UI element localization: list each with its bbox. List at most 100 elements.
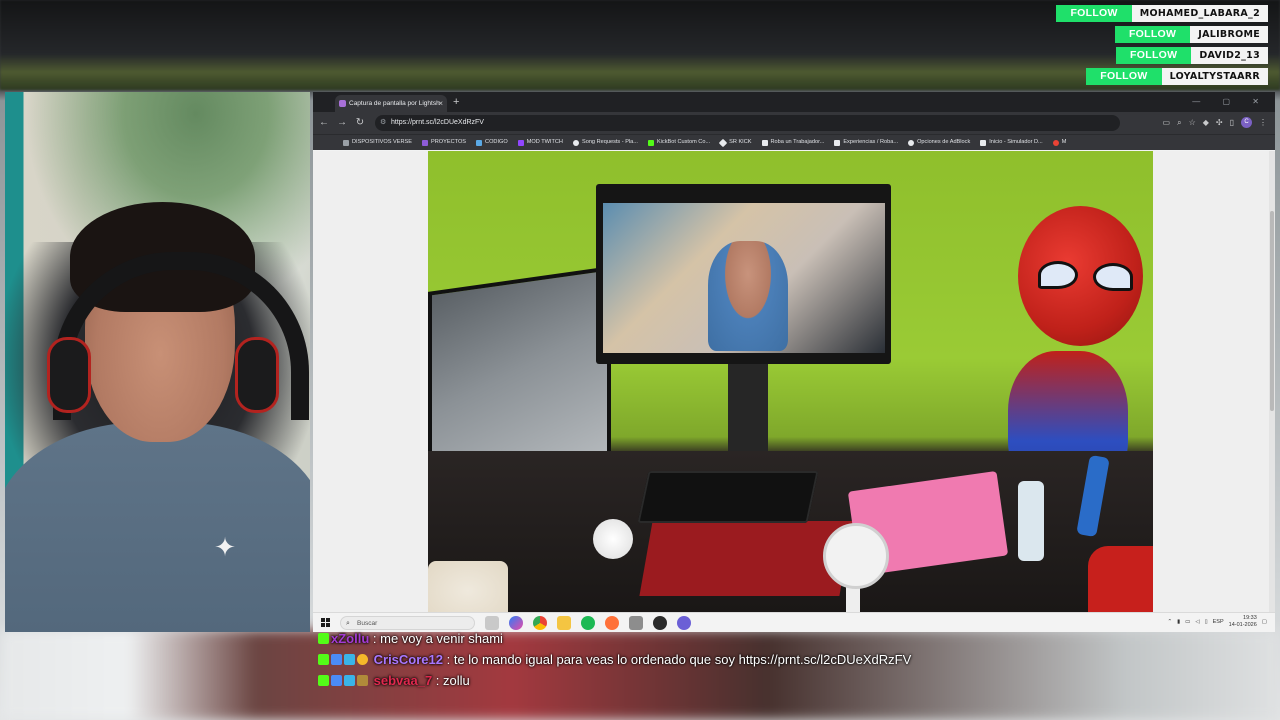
twitch-icon bbox=[517, 139, 524, 146]
chat-username: CrisCore12 bbox=[373, 652, 443, 667]
address-url: https://prnt.sc/l2cDUeXdRzFV bbox=[391, 119, 484, 126]
chat-text: me voy a venir shami bbox=[380, 631, 503, 646]
follow-label: FOLLOW bbox=[1114, 26, 1191, 43]
toolbar-icons: ▭ ⌕ ☆ ◆ ✣ ▯ C ⋮ bbox=[1163, 115, 1267, 131]
follow-alert: FOLLOW JALIBROME bbox=[1114, 26, 1268, 43]
chat-separator: : bbox=[432, 673, 444, 688]
follow-alert: FOLLOW DAVID2_13 bbox=[1116, 47, 1268, 64]
bookmark-site-icon bbox=[718, 138, 728, 147]
headset-earcup-left bbox=[47, 337, 91, 413]
webcam-shirt bbox=[5, 422, 310, 632]
bookmark-label: Inicio - Simulador D... bbox=[989, 139, 1043, 145]
bookmark-item[interactable]: SR KICK bbox=[718, 135, 752, 150]
follow-alert: FOLLOW LOYALTYSTAARR bbox=[1086, 68, 1268, 85]
bookmark-item[interactable]: Roba un Trabajador... bbox=[761, 135, 825, 150]
chat-text: te lo mando igual para veas lo ordenado … bbox=[453, 652, 912, 667]
bookmark-label: M bbox=[1061, 139, 1067, 145]
taskbar-search-placeholder: Buscar bbox=[357, 620, 378, 627]
bookmark-item[interactable]: Experiencias / Roba... bbox=[834, 135, 898, 150]
bottle-badge-icon bbox=[357, 675, 368, 686]
tab-close-icon[interactable]: × bbox=[438, 95, 443, 112]
clock-time: 19:33 bbox=[1243, 615, 1257, 621]
chat-message: CrisCore12 : te lo mando igual para veas… bbox=[318, 649, 1018, 670]
network-icon[interactable]: ▭ bbox=[1185, 619, 1190, 625]
back-button[interactable]: ← bbox=[317, 115, 331, 131]
gift-badge-icon bbox=[344, 675, 355, 686]
bookmark-item[interactable]: DISPOSITIVOS VERSE bbox=[343, 135, 412, 150]
chat-text: zollu bbox=[443, 673, 470, 688]
photo-spiderman-eye bbox=[1038, 261, 1078, 289]
bookmark-site-icon bbox=[761, 139, 768, 146]
zoom-icon[interactable]: ⌕ bbox=[1177, 115, 1181, 131]
microphone-icon[interactable]: ▮ bbox=[1177, 619, 1180, 625]
address-bar[interactable]: ⚙ https://prnt.sc/l2cDUeXdRzFV bbox=[375, 115, 1120, 131]
bookmark-star-icon[interactable]: ☆ bbox=[1189, 115, 1196, 131]
cast-icon[interactable]: ▭ bbox=[1163, 115, 1171, 131]
photo-red-chair bbox=[1088, 546, 1153, 612]
bookmark-label: Experiencias / Roba... bbox=[843, 139, 899, 145]
tab-favicon-icon bbox=[339, 100, 346, 107]
follow-alerts: FOLLOW MOHAMED_LABARA_2 FOLLOW JALIBROME… bbox=[1056, 5, 1268, 85]
bookmark-label: Roba un Trabajador... bbox=[770, 139, 825, 145]
language-indicator[interactable]: ESP bbox=[1213, 619, 1224, 625]
browser-titlebar: Captura de pantalla por Lightsh × + — ▢ … bbox=[313, 92, 1275, 112]
bookmark-item[interactable]: CODIGO bbox=[476, 135, 508, 150]
chat-separator: : bbox=[369, 631, 381, 646]
bookmark-item[interactable]: Inicio - Simulador D... bbox=[980, 135, 1043, 150]
tab-title: Captura de pantalla por Lightsh bbox=[349, 100, 440, 107]
follow-label: FOLLOW bbox=[1086, 68, 1162, 85]
extensions-puzzle-icon[interactable]: ✣ bbox=[1216, 115, 1223, 131]
verified-badge-icon bbox=[357, 654, 368, 665]
window-controls[interactable]: — ▢ ✕ bbox=[1192, 94, 1269, 110]
system-tray: ⌃ ▮ ▭ ◁ ▯ ESP 19:33 14-01-2026 ▢ bbox=[1168, 615, 1267, 629]
menu-icon[interactable]: ⋮ bbox=[1259, 115, 1267, 131]
battery-icon[interactable]: ▯ bbox=[1205, 619, 1208, 625]
follow-alert: FOLLOW MOHAMED_LABARA_2 bbox=[1056, 5, 1268, 22]
gift-badge-icon bbox=[344, 654, 355, 665]
subscriber-badge-icon bbox=[331, 654, 342, 665]
new-tab-button[interactable]: + bbox=[453, 94, 459, 110]
sidebar-icon[interactable]: ▯ bbox=[1230, 115, 1234, 131]
windows-start-icon[interactable] bbox=[321, 618, 330, 627]
browser-window: Captura de pantalla por Lightsh × + — ▢ … bbox=[313, 92, 1275, 632]
site-info-icon[interactable]: ⚙ bbox=[380, 115, 386, 131]
bookmark-site-icon bbox=[834, 139, 841, 146]
page-content bbox=[313, 151, 1275, 612]
bookmark-item[interactable]: Opciones de AdBlock bbox=[908, 135, 970, 150]
follow-label: FOLLOW bbox=[1056, 5, 1132, 22]
photo-screen-person bbox=[708, 241, 788, 351]
page-scrollbar[interactable] bbox=[1269, 151, 1275, 612]
forward-button[interactable]: → bbox=[335, 115, 349, 131]
photo-monitor-stand bbox=[728, 361, 768, 451]
taskbar-clock[interactable]: 19:33 14-01-2026 bbox=[1229, 615, 1257, 629]
bookmark-item[interactable]: Song Requests - Pla... bbox=[572, 135, 638, 150]
clock-date: 14-01-2026 bbox=[1228, 622, 1257, 628]
tray-chevron-icon[interactable]: ⌃ bbox=[1168, 619, 1173, 625]
chat-overlay: xZollu : me voy a venir shami CrisCore12… bbox=[318, 628, 1018, 691]
bookmark-item[interactable]: PROYECTOS bbox=[422, 135, 466, 150]
bookmark-label: DISPOSITIVOS VERSE bbox=[352, 139, 412, 145]
photo-lamp bbox=[593, 519, 633, 559]
scrollbar-thumb[interactable] bbox=[1270, 211, 1274, 411]
bookmark-site-icon bbox=[908, 139, 915, 146]
bookmark-item[interactable]: M bbox=[1052, 135, 1067, 150]
volume-icon[interactable]: ◁ bbox=[1195, 619, 1199, 625]
notifications-icon[interactable]: ▢ bbox=[1262, 619, 1267, 625]
photo-bottle bbox=[1018, 481, 1044, 561]
kick-badge-icon bbox=[318, 675, 329, 686]
profile-avatar[interactable]: C bbox=[1241, 117, 1252, 128]
bookmark-label: CODIGO bbox=[485, 139, 508, 145]
chat-separator: : bbox=[443, 652, 454, 667]
bookmark-site-icon bbox=[1052, 139, 1059, 146]
webcam-feed: ✦ bbox=[5, 92, 310, 632]
bookmark-item[interactable]: MOD TWITCH bbox=[517, 135, 563, 150]
bookmark-item[interactable]: KickBot Custom Co... bbox=[647, 135, 710, 150]
reload-button[interactable]: ↻ bbox=[353, 115, 367, 131]
kick-badge-icon bbox=[318, 633, 329, 644]
photo-keyboard bbox=[637, 471, 819, 523]
browser-tab[interactable]: Captura de pantalla por Lightsh × bbox=[335, 95, 447, 112]
kick-badge-icon bbox=[318, 654, 329, 665]
follow-label: FOLLOW bbox=[1116, 47, 1192, 64]
extension-icon[interactable]: ◆ bbox=[1203, 115, 1209, 131]
bookmark-label: Song Requests - Pla... bbox=[581, 139, 638, 145]
